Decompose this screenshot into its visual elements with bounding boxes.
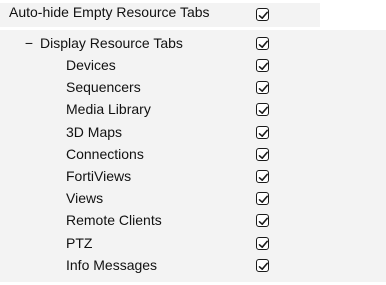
resource-tab-item-checkbox[interactable] bbox=[256, 214, 269, 228]
checkmark-icon bbox=[258, 262, 268, 270]
display-resource-tabs-checkbox[interactable] bbox=[256, 37, 269, 50]
checkmark-icon bbox=[258, 62, 268, 70]
resource-tab-item-label: Views bbox=[66, 190, 104, 207]
resource-tab-item-label: PTZ bbox=[66, 234, 93, 251]
resource-tab-item-label: Sequencers bbox=[66, 79, 141, 96]
resource-tab-item-label: Media Library bbox=[66, 101, 151, 118]
display-resource-tabs-group: − Display Resource Tabs Devices Sequencer… bbox=[0, 30, 386, 282]
resource-tab-item-label: Remote Clients bbox=[66, 212, 162, 229]
resource-tab-item: PTZ bbox=[0, 232, 386, 254]
resource-tab-item-checkbox[interactable] bbox=[256, 59, 269, 72]
checkmark-icon bbox=[258, 195, 268, 204]
checkmark-icon bbox=[258, 240, 268, 248]
checkmark-icon bbox=[258, 151, 268, 159]
resource-tab-item-checkbox[interactable] bbox=[256, 125, 269, 139]
collapse-toggle[interactable]: − bbox=[23, 32, 35, 54]
checkmark-icon bbox=[258, 40, 268, 48]
resource-tab-item: Sequencers bbox=[0, 76, 386, 98]
resource-tab-item-checkbox[interactable] bbox=[256, 81, 269, 95]
resource-tab-item-label: Connections bbox=[66, 145, 144, 162]
resource-tab-item-checkbox[interactable] bbox=[256, 170, 269, 183]
checkmark-icon bbox=[258, 106, 268, 115]
resource-tab-item: 3D Maps bbox=[0, 121, 386, 143]
resource-tab-item-checkbox[interactable] bbox=[256, 258, 269, 272]
resource-tab-item: Devices bbox=[0, 54, 386, 76]
resource-tab-item: Info Messages bbox=[0, 254, 386, 276]
resource-tab-item-label: Info Messages bbox=[66, 256, 158, 273]
auto-hide-label: Auto-hide Empty Resource Tabs bbox=[9, 4, 210, 20]
checkmark-icon bbox=[258, 11, 268, 19]
resource-tab-item-label: Devices bbox=[66, 57, 116, 73]
auto-hide-checkbox[interactable] bbox=[256, 8, 269, 21]
resource-tab-item-label: FortiViews bbox=[66, 168, 132, 184]
resource-tab-item: Media Library bbox=[0, 98, 386, 120]
display-resource-tabs-label: Display Resource Tabs bbox=[40, 35, 183, 51]
resource-tab-item: Views bbox=[0, 187, 386, 209]
resource-tabs-settings-panel: Auto-hide Empty Resource Tabs − Display … bbox=[0, 0, 386, 285]
checkmark-icon bbox=[258, 217, 268, 226]
auto-hide-row: Auto-hide Empty Resource Tabs bbox=[0, 3, 320, 27]
resource-tab-item: Connections bbox=[0, 143, 386, 165]
checkmark-icon bbox=[258, 129, 268, 137]
checkmark-icon bbox=[258, 84, 268, 93]
display-resource-tabs-row: − Display Resource Tabs bbox=[0, 32, 386, 54]
resource-tab-item-checkbox[interactable] bbox=[256, 192, 269, 206]
checkmark-icon bbox=[258, 173, 268, 181]
resource-tab-item-checkbox[interactable] bbox=[256, 236, 269, 250]
resource-tab-item: FortiViews bbox=[0, 165, 386, 187]
resource-tab-item-checkbox[interactable] bbox=[256, 147, 269, 161]
resource-tab-item: Remote Clients bbox=[0, 209, 386, 231]
resource-tab-item-checkbox[interactable] bbox=[256, 103, 269, 117]
resource-tab-item-label: 3D Maps bbox=[66, 123, 123, 140]
